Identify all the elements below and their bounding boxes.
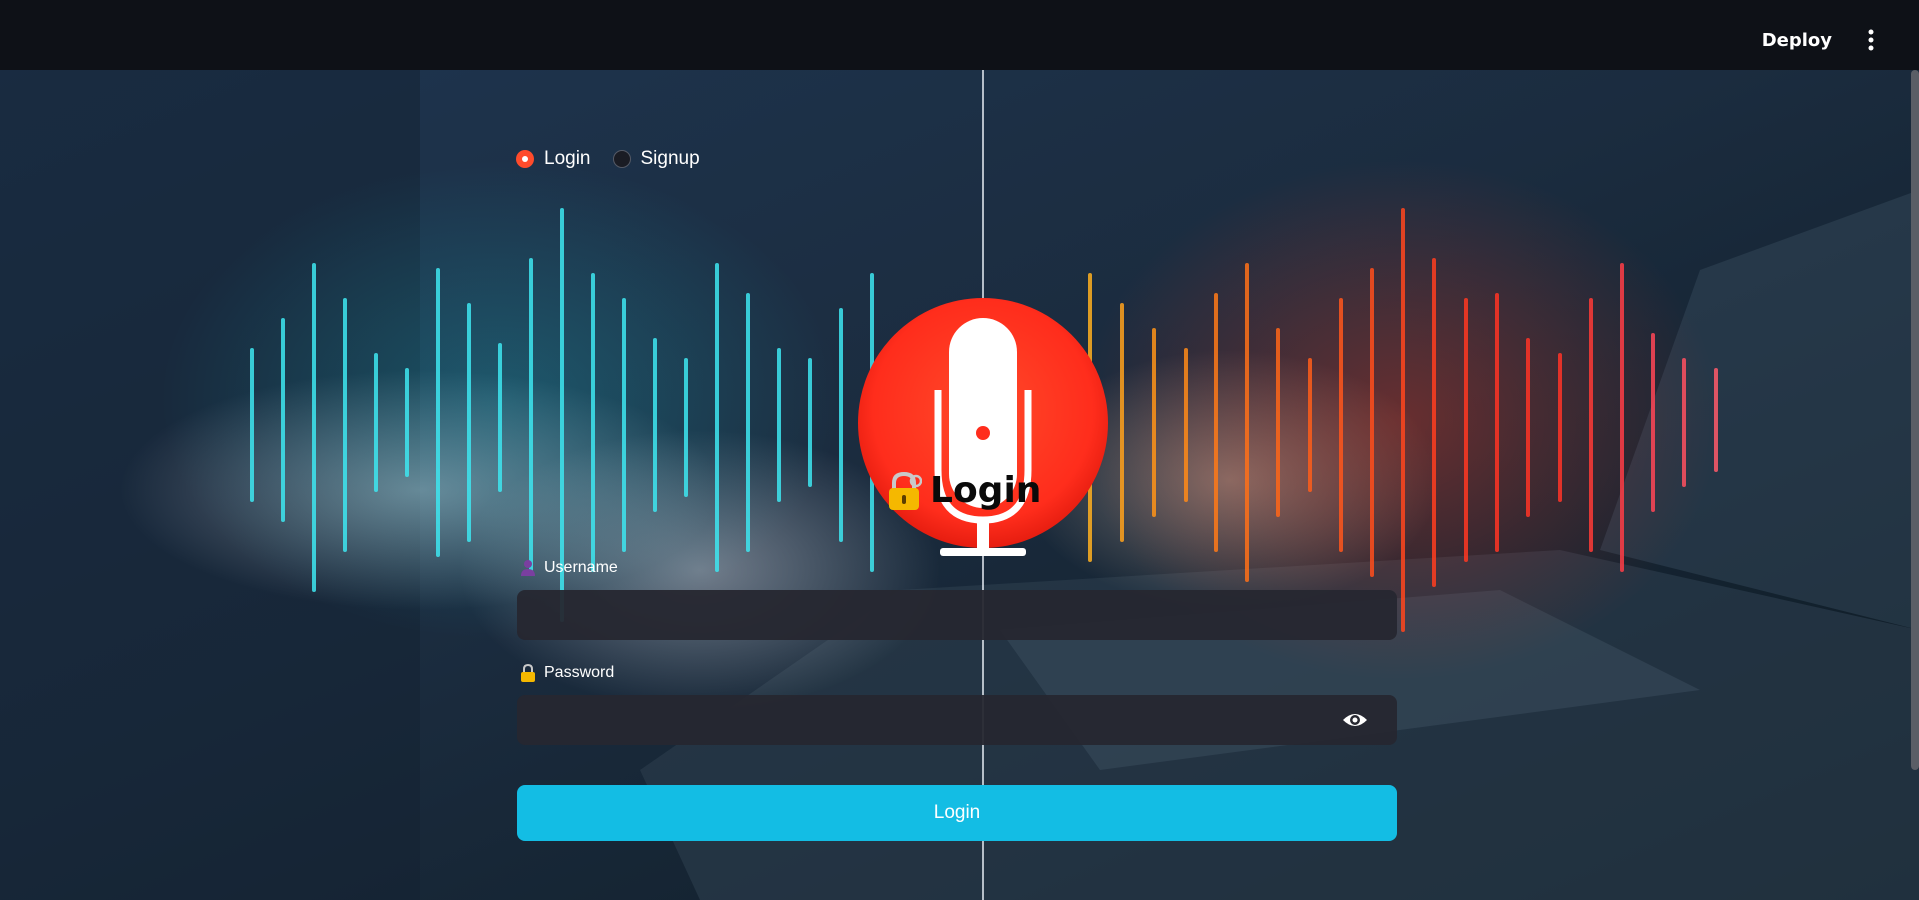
radio-login[interactable]: Login <box>516 148 591 170</box>
scrollbar[interactable] <box>1911 70 1919 770</box>
password-label-text: Password <box>544 664 615 681</box>
app-root: Deploy Login Signup Login Username Passw… <box>0 0 1919 900</box>
password-input[interactable] <box>517 695 1397 745</box>
kebab-menu-icon[interactable] <box>1859 24 1883 56</box>
eye-icon[interactable] <box>1342 708 1368 732</box>
app-header: Deploy <box>0 0 1919 70</box>
password-label: Password <box>520 664 614 682</box>
title-text: Login <box>930 470 1042 511</box>
login-button[interactable]: Login <box>517 785 1397 841</box>
lock-with-key-icon <box>889 471 922 510</box>
radio-signup[interactable]: Signup <box>612 148 700 170</box>
radio-signup-dot[interactable] <box>612 150 631 168</box>
deploy-button[interactable]: Deploy <box>1756 24 1838 56</box>
radio-login-label: Login <box>544 148 591 169</box>
page-title: Login <box>886 470 1041 511</box>
user-silhouette-icon <box>521 560 535 576</box>
auth-mode-radio-group: Login Signup <box>516 148 700 170</box>
username-label: Username <box>520 559 618 577</box>
radio-login-dot[interactable] <box>516 150 534 168</box>
username-label-text: Username <box>544 559 618 576</box>
lock-icon <box>521 664 535 682</box>
username-input[interactable] <box>517 590 1397 640</box>
radio-signup-label: Signup <box>640 148 700 169</box>
